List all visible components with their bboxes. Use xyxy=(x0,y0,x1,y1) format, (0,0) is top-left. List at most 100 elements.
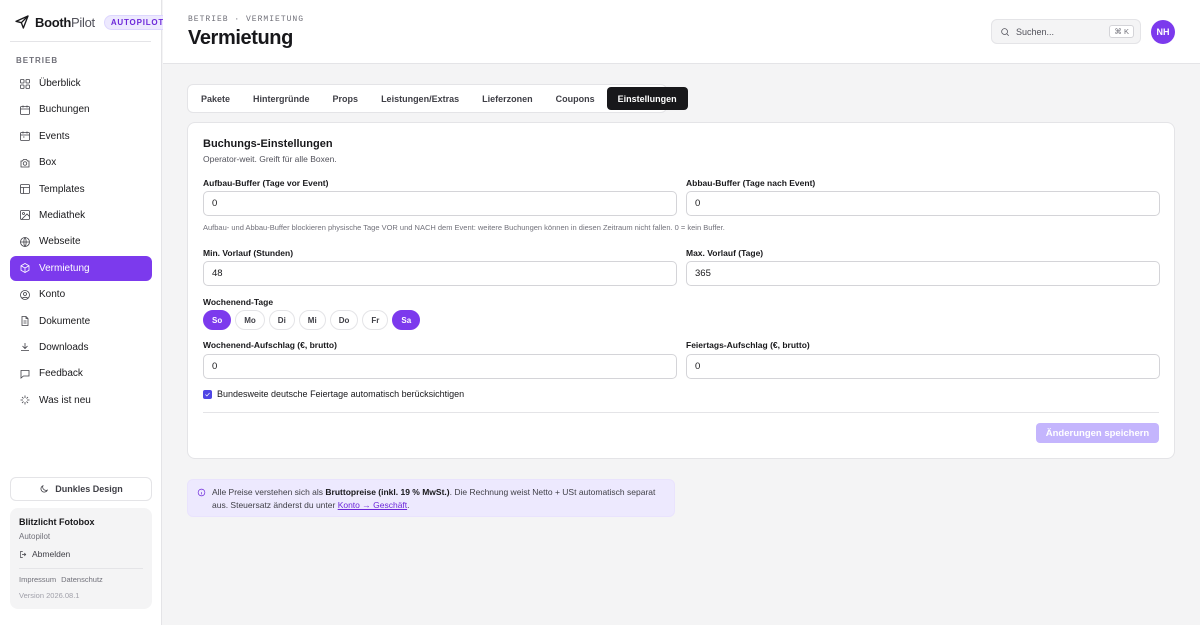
sidebar-item-vermietung[interactable]: Vermietung xyxy=(10,255,152,281)
tab-props[interactable]: Props xyxy=(322,87,370,110)
sidebar-item-mediathek[interactable]: Mediathek xyxy=(10,203,152,228)
sidebar-item-buchungen[interactable]: Buchungen xyxy=(10,97,152,122)
max-lead-label: Max. Vorlauf (Tage) xyxy=(686,248,764,258)
search-input[interactable]: Suchen... ⌘ K xyxy=(991,19,1141,44)
sidebar-item-webseite[interactable]: Webseite xyxy=(10,229,152,254)
info-text-3: . xyxy=(407,500,410,510)
day-toggle-sa[interactable]: Sa xyxy=(392,310,421,330)
download-icon xyxy=(21,343,29,352)
info-icon xyxy=(197,488,206,497)
save-button[interactable]: Änderungen speichern xyxy=(1036,423,1159,443)
sidebar-item-dokumente[interactable]: Dokumente xyxy=(10,309,152,334)
sidebar-item-label: Mediathek xyxy=(39,209,86,221)
holiday-surcharge-field[interactable]: 0 xyxy=(686,354,1160,379)
tab-pakete[interactable]: Pakete xyxy=(190,87,241,110)
layout-grid-icon xyxy=(20,78,30,89)
day-toggle-fr[interactable]: Fr xyxy=(362,310,389,330)
account-business-link[interactable]: Konto → Geschäft xyxy=(338,500,407,510)
globe-icon xyxy=(20,236,30,247)
logout-icon xyxy=(20,550,27,558)
sidebar-item-was-ist-neu[interactable]: Was ist neu xyxy=(10,388,152,413)
min-lead-label: Min. Vorlauf (Stunden) xyxy=(203,248,294,258)
day-toggle-mo[interactable]: Mo xyxy=(235,310,265,330)
calendar-icon xyxy=(20,105,30,115)
tab-einstellungen[interactable]: Einstellungen xyxy=(606,87,688,110)
account-plan: Autopilot xyxy=(19,532,51,541)
day-toggle-do[interactable]: Do xyxy=(329,310,359,330)
tab-leistungen-extras[interactable]: Leistungen/Extras xyxy=(370,87,470,110)
tab-coupons[interactable]: Coupons xyxy=(545,87,606,110)
camera-icon xyxy=(20,158,30,168)
account-name: Blitzlicht Fotobox xyxy=(19,517,95,527)
day-toggle-di[interactable]: Di xyxy=(268,310,295,330)
rental-tabs: Pakete Hintergründe Props Leistungen/Ext… xyxy=(187,84,688,113)
sidebar-item-box[interactable]: Box xyxy=(10,150,152,175)
min-lead-field[interactable]: 48 xyxy=(203,261,677,286)
sidebar-item-label: Überblick xyxy=(39,78,81,89)
datenschutz-link[interactable]: Datenschutz xyxy=(61,575,103,584)
avatar[interactable]: NH xyxy=(1151,20,1175,44)
impressum-link[interactable]: Impressum xyxy=(19,575,56,584)
tax-info-notice: Alle Preise verstehen sich als Bruttopre… xyxy=(187,479,675,517)
holidays-checkbox-row[interactable]: Bundesweite deutsche Feiertage automatis… xyxy=(203,389,464,399)
logout-button[interactable]: Abmelden xyxy=(19,549,143,559)
calendar-event-icon xyxy=(20,131,30,142)
teardown-buffer-field[interactable]: 0 xyxy=(686,191,1160,216)
breadcrumb: BETRIEB · VERMIETUNG xyxy=(188,15,305,24)
sparkle-icon xyxy=(20,395,30,405)
search-shortcut: ⌘ K xyxy=(1109,25,1134,38)
sidebar-item-konto[interactable]: Konto xyxy=(10,282,152,307)
sidebar-item-label: Feedback xyxy=(39,368,83,380)
brand-logo[interactable]: BoothPilot AUTOPILOT xyxy=(14,14,172,30)
sidebar-item-events[interactable]: Events xyxy=(10,124,152,149)
message-icon xyxy=(20,369,30,379)
holiday-surcharge-label: Feiertags-Aufschlag (€, brutto) xyxy=(686,340,810,350)
search-icon xyxy=(1001,27,1010,36)
weekend-surcharge-label: Wochenend-Aufschlag (€, brutto) xyxy=(203,340,337,350)
dark-mode-toggle[interactable]: Dunkles Design xyxy=(10,477,152,501)
sidebar-nav: Überblick Buchungen Events Box Templates… xyxy=(10,71,152,414)
weekend-surcharge-field[interactable]: 0 xyxy=(203,354,677,379)
sidebar-item-label: Was ist neu xyxy=(39,394,91,406)
card-subtitle: Operator-weit. Greift für alle Boxen. xyxy=(203,154,337,164)
search-placeholder: Suchen... xyxy=(1016,26,1055,37)
sidebar-item-label: Webseite xyxy=(39,236,81,248)
sidebar-item-ueberblick[interactable]: Überblick xyxy=(10,71,152,96)
max-lead-field[interactable]: 365 xyxy=(686,261,1160,286)
setup-buffer-label: Aufbau-Buffer (Tage vor Event) xyxy=(203,178,329,188)
day-toggle-so[interactable]: So xyxy=(203,310,232,330)
sidebar-item-label: Templates xyxy=(39,183,85,195)
moon-icon xyxy=(40,484,49,493)
sidebar-item-feedback[interactable]: Feedback xyxy=(10,361,152,386)
plan-badge: AUTOPILOT xyxy=(103,14,172,30)
card-divider xyxy=(203,412,1159,413)
paper-plane-icon xyxy=(15,15,29,29)
holidays-checkbox-label: Bundesweite deutsche Feiertage automatis… xyxy=(217,389,465,399)
sidebar: BoothPilot AUTOPILOT BETRIEB Überblick B… xyxy=(0,0,172,625)
sidebar-item-downloads[interactable]: Downloads xyxy=(10,335,152,360)
tab-hintergruende[interactable]: Hintergründe xyxy=(242,87,321,110)
holidays-checkbox[interactable] xyxy=(203,389,212,399)
check-icon xyxy=(205,392,210,396)
sidebar-item-label: Box xyxy=(39,157,57,169)
buffer-hint: Aufbau- und Abbau-Buffer blockieren phys… xyxy=(203,223,725,232)
app-version: Version 2026.08.1 xyxy=(19,591,80,600)
sidebar-item-templates[interactable]: Templates xyxy=(10,177,152,202)
sidebar-item-label: Buchungen xyxy=(39,104,90,116)
page-header: BETRIEB · VERMIETUNG Vermietung Suchen..… xyxy=(163,0,1200,64)
sidebar-item-label: Vermietung xyxy=(39,262,90,274)
setup-buffer-field[interactable]: 0 xyxy=(203,191,677,216)
tab-lieferzonen[interactable]: Lieferzonen xyxy=(471,87,544,110)
brand-name: BoothPilot xyxy=(35,14,95,30)
sidebar-item-label: Konto xyxy=(39,289,66,301)
legal-links: Impressum Datenschutz xyxy=(19,575,143,584)
dark-mode-label: Dunkles Design xyxy=(55,484,123,494)
teardown-buffer-label: Abbau-Buffer (Tage nach Event) xyxy=(686,178,816,188)
day-toggle-mi[interactable]: Mi xyxy=(298,310,326,330)
sidebar-item-label: Events xyxy=(39,130,70,142)
document-icon xyxy=(21,316,29,326)
image-icon xyxy=(20,210,30,221)
account-divider xyxy=(19,568,143,569)
booking-settings-card: Buchungs-Einstellungen Operator-weit. Gr… xyxy=(187,122,1175,459)
account-panel: Blitzlicht Fotobox Autopilot Abmelden Im… xyxy=(10,508,152,609)
